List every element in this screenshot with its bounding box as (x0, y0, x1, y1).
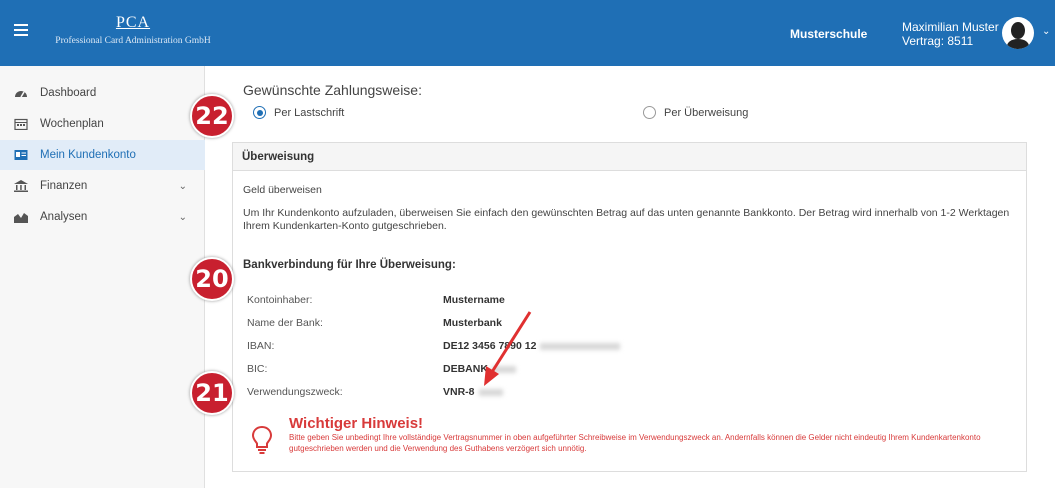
callout-badge: 21 (190, 371, 234, 415)
callout-badge: 22 (190, 94, 234, 138)
annotation-arrow (484, 311, 532, 386)
callout-badge: 20 (190, 257, 234, 301)
